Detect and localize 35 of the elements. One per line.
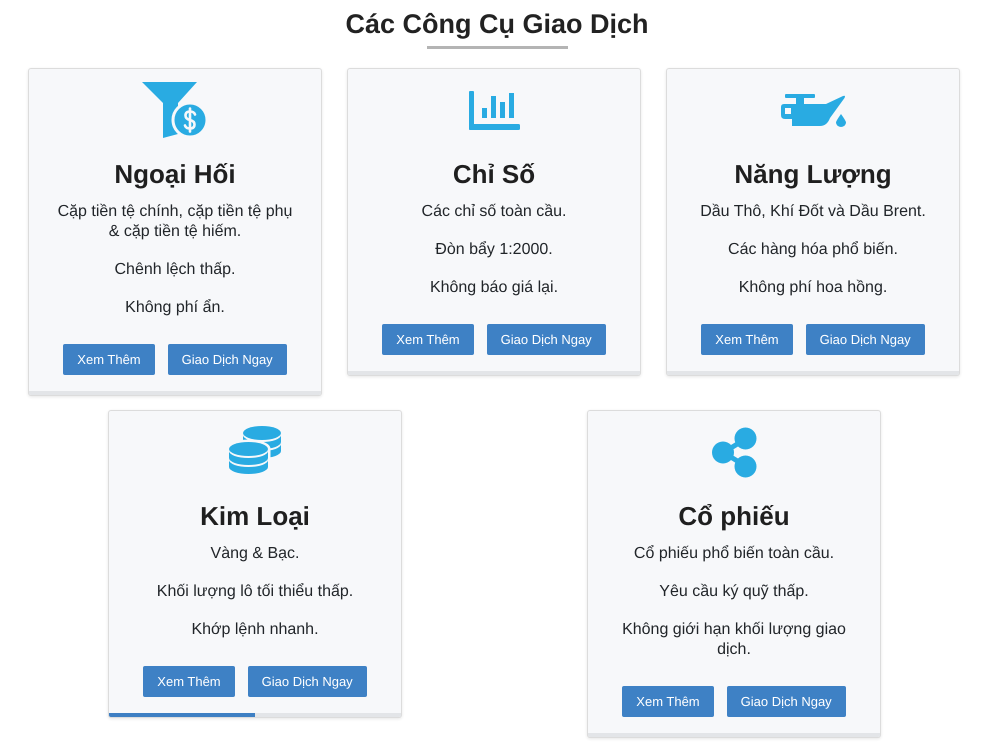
- feature-text: Yêu cầu ký quỹ thấp.: [659, 582, 809, 602]
- feature-text: Không báo giá lại.: [430, 278, 558, 298]
- trade-now-button[interactable]: Giao Dịch Ngay: [806, 324, 925, 355]
- learn-more-button[interactable]: Xem Thêm: [382, 324, 474, 355]
- feature-text: Dầu Thô, Khí Đốt và Dầu Brent.: [700, 202, 926, 222]
- feature-text: Khối lượng lô tối thiểu thấp.: [156, 582, 354, 602]
- card-title: Chỉ Số: [452, 158, 536, 190]
- share-icon: [712, 426, 756, 478]
- bar-chart-icon: [468, 90, 520, 130]
- learn-more-button[interactable]: Xem Thêm: [622, 686, 714, 717]
- feature-text: Khớp lệnh nhanh.: [191, 620, 319, 640]
- trade-now-button[interactable]: Giao Dịch Ngay: [248, 666, 367, 697]
- feature-text: Không phí ẩn.: [125, 298, 225, 318]
- learn-more-button[interactable]: Xem Thêm: [143, 666, 235, 697]
- trade-now-button[interactable]: Giao Dịch Ngay: [486, 324, 606, 355]
- card-title: Kim Loại: [200, 500, 310, 532]
- trade-now-button[interactable]: Giao Dịch Ngay: [168, 344, 287, 375]
- page-title: Các Công Cụ Giao Dịch: [345, 8, 649, 40]
- feature-text: Chênh lệch thấp.: [114, 260, 236, 280]
- trade-now-button[interactable]: Giao Dịch Ngay: [726, 686, 846, 717]
- feature-text: Cổ phiếu phổ biến toàn cầu.: [634, 544, 834, 564]
- card-title: Năng Lượng: [734, 158, 892, 190]
- learn-more-button[interactable]: Xem Thêm: [701, 324, 793, 355]
- feature-text: Vàng & Bạc.: [210, 544, 300, 564]
- oil-can-icon: [780, 94, 846, 126]
- feature-text: Đòn bẩy 1:2000.: [435, 240, 553, 260]
- card-title: Cổ phiếu: [678, 500, 790, 532]
- feature-text: Không giới hạn khối lượng giao dịch.: [621, 620, 847, 660]
- card-title: Ngoại Hối: [114, 158, 236, 190]
- learn-more-button[interactable]: Xem Thêm: [63, 344, 155, 375]
- feature-text: Các chỉ số toàn cầu.: [422, 202, 566, 222]
- feature-text: Các hàng hóa phổ biến.: [728, 240, 898, 260]
- funnel-dollar-icon: [142, 82, 208, 138]
- feature-text: Không phí hoa hồng.: [738, 278, 888, 298]
- feature-text: Cặp tiền tệ chính, cặp tiền tệ phụ & cặp tiền tệ hiếm.: [56, 202, 294, 242]
